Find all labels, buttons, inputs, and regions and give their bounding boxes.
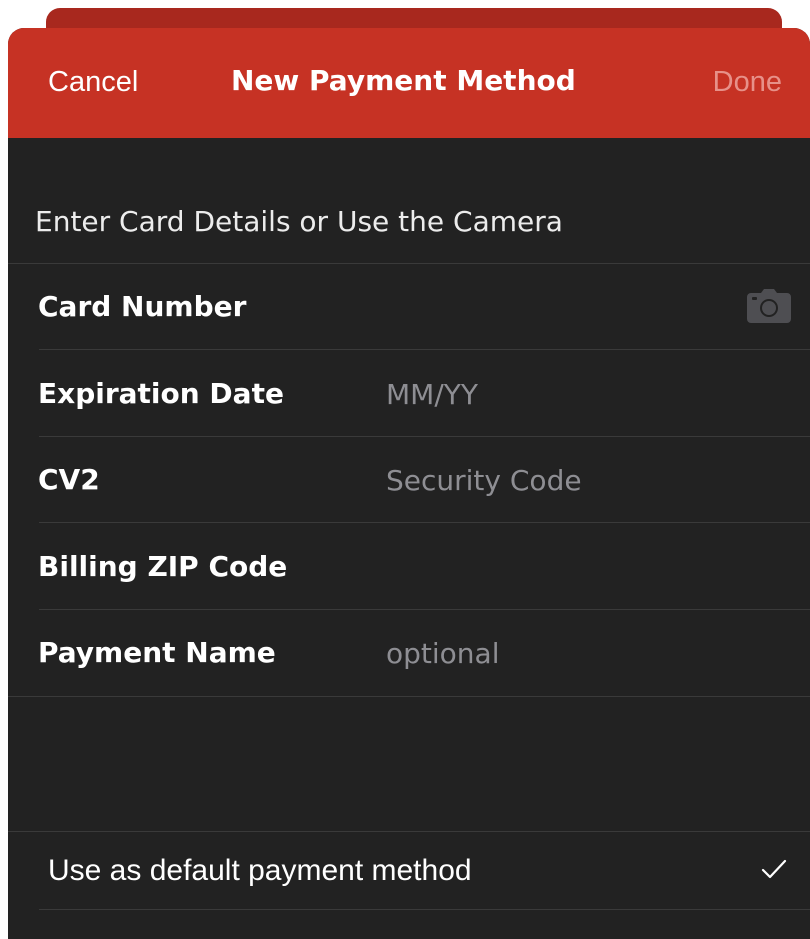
section-header: Enter Card Details or Use the Camera	[35, 205, 563, 238]
divider	[39, 909, 810, 910]
card-number-label: Card Number	[38, 290, 247, 323]
divider	[8, 831, 810, 832]
payment-name-label: Payment Name	[38, 636, 276, 669]
divider	[39, 522, 810, 523]
default-payment-label: Use as default payment method	[48, 854, 472, 887]
divider	[8, 696, 810, 697]
expiration-date-label: Expiration Date	[38, 377, 284, 410]
camera-icon[interactable]	[747, 289, 791, 323]
checkmark-icon	[761, 859, 787, 879]
divider	[8, 263, 810, 264]
divider	[39, 436, 810, 437]
done-button[interactable]: Done	[713, 66, 782, 99]
navigation-bar: Cancel New Payment Method Done	[8, 28, 810, 138]
billing-zip-label: Billing ZIP Code	[38, 550, 288, 583]
payment-method-sheet: Cancel New Payment Method Done Enter Car…	[8, 28, 810, 939]
divider	[39, 349, 810, 350]
security-code-input[interactable]: Security Code	[386, 464, 582, 497]
cancel-button[interactable]: Cancel	[48, 66, 138, 99]
page-title: New Payment Method	[231, 64, 576, 97]
cv2-label: CV2	[38, 463, 100, 496]
expiration-date-input[interactable]: MM/YY	[386, 378, 478, 411]
divider	[39, 609, 810, 610]
payment-name-input[interactable]: optional	[386, 637, 499, 670]
